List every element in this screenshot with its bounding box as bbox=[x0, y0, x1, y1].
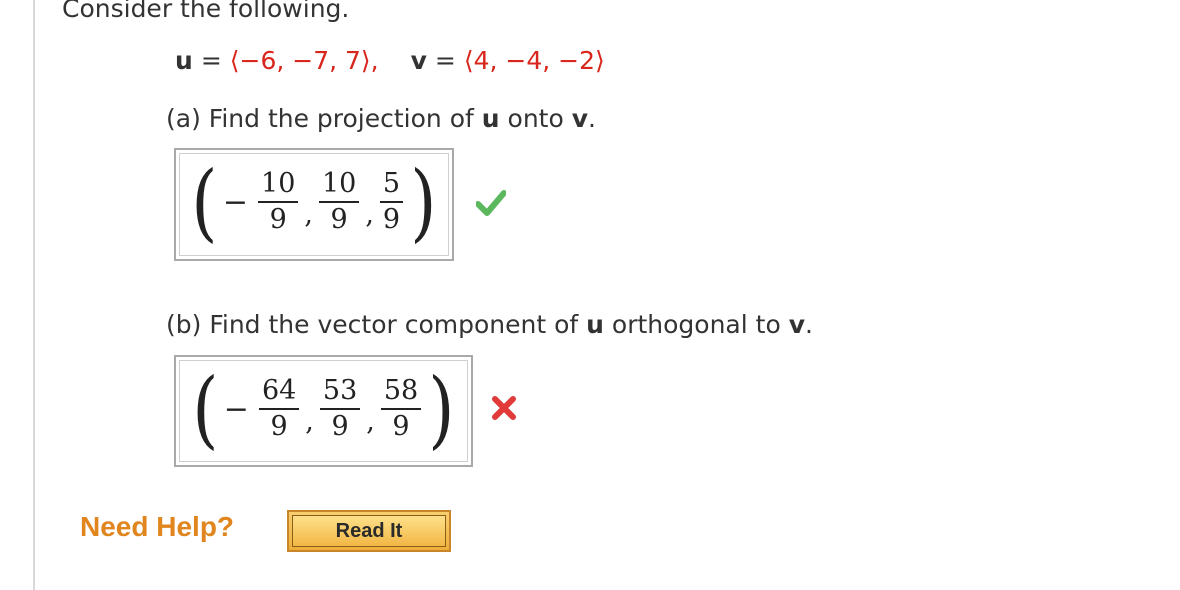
part-b-answer-field[interactable]: ( − 64 9 , 53 9 , 58 9 ) bbox=[174, 355, 473, 467]
problem-prompt: Consider the following. bbox=[62, 0, 350, 23]
part-a-fraction-3: 59 bbox=[379, 169, 404, 234]
v-equals: = bbox=[434, 46, 456, 75]
v-value: ⟨4, −4, −2⟩ bbox=[463, 46, 605, 75]
part-b-fraction-1: 64 9 bbox=[258, 376, 300, 441]
u-value: ⟨−6, −7, 7⟩, bbox=[229, 46, 379, 75]
part-a-fraction-1: 10 9 bbox=[258, 169, 299, 234]
left-divider bbox=[33, 0, 35, 590]
u-label: u bbox=[175, 46, 193, 75]
part-a-answer-field[interactable]: ( − 10 9 , 10 9 , 59 ) bbox=[174, 148, 454, 261]
part-b-sign: − bbox=[223, 391, 249, 427]
part-b-answer-math: ( − 64 9 , 53 9 , 58 9 ) bbox=[192, 360, 455, 458]
vector-definitions: u = ⟨−6, −7, 7⟩, v = ⟨4, −4, −2⟩ bbox=[175, 46, 605, 75]
cross-icon bbox=[492, 396, 516, 420]
part-b-fraction-3: 58 9 bbox=[380, 376, 422, 441]
checkmark-icon bbox=[476, 190, 506, 216]
v-label: v bbox=[410, 46, 427, 75]
read-it-label: Read It bbox=[292, 515, 446, 547]
part-a-sign: − bbox=[222, 184, 249, 220]
part-a-fraction-2: 10 9 bbox=[318, 169, 360, 234]
read-it-button[interactable]: Read It bbox=[287, 510, 451, 552]
u-equals: = bbox=[200, 46, 222, 75]
part-b-fraction-2: 53 9 bbox=[319, 376, 361, 441]
need-help-label: Need Help? bbox=[80, 511, 235, 542]
part-b-question: (b) Find the vector component of u ortho… bbox=[166, 310, 813, 339]
part-a-question: (a) Find the projection of u onto v. bbox=[166, 104, 596, 133]
part-a-answer-math: ( − 10 9 , 10 9 , 59 ) bbox=[191, 153, 437, 251]
